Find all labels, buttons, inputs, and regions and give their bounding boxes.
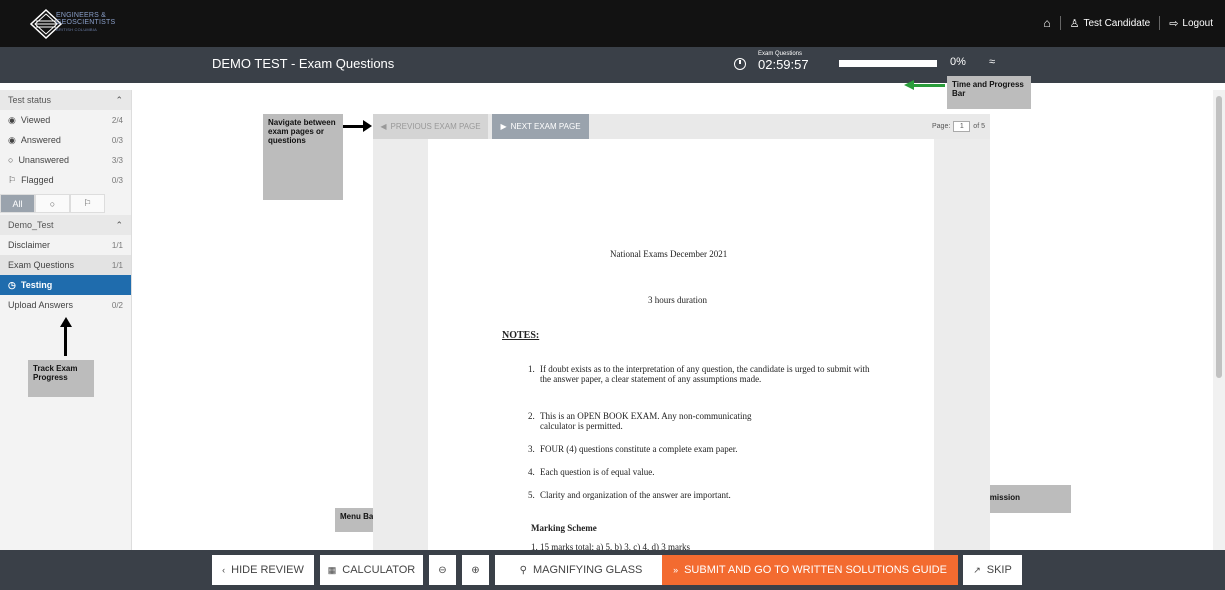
callout-time: Time and Progress Bar [947,76,1031,109]
section-disclaimer[interactable]: Disclaimer 1/1 [0,235,131,255]
status-flagged[interactable]: ⚐ Flagged 0/3 [0,170,131,190]
zoom-in-icon: ⊕ [471,564,480,576]
fast-forward-icon: » [673,565,679,575]
timer: Exam Questions 02:59:57 [758,51,809,72]
radio-filled-icon: ◉ [8,134,16,145]
page-indicator: Page: 1 of 5 [932,121,985,132]
status-answered[interactable]: ◉ Answered 0/3 [0,130,131,150]
callout-navigate: Navigate between exam pages or questions [263,114,343,200]
status-viewed[interactable]: ◉ Viewed 2/4 [0,110,131,130]
doc-note: 1. If doubt exists as to the interpretat… [528,364,870,384]
home-icon[interactable]: ⌂ [1043,16,1050,30]
section-testing[interactable]: ◷ Testing [0,275,131,295]
doc-notes-title: NOTES: [502,330,540,341]
arrow-head-icon [60,317,72,327]
wifi-icon: ≈ [989,56,996,68]
calculator-button[interactable]: ▦ CALCULATOR [320,555,423,585]
doc-marking-line: 1. 15 marks total; a) 5, b) 3, c) 4, d) … [531,542,690,550]
header-divider [1059,16,1061,30]
doc-note: 3. FOUR (4) questions constitute a compl… [528,444,738,454]
doc-heading: National Exams December 2021 [610,249,728,259]
header-divider [1159,16,1161,30]
user-icon: ♙ [1069,17,1080,30]
chevron-left-icon: ‹ [222,565,226,575]
filter-flagged[interactable]: ⚐ [70,194,105,213]
status-filter: All ○ ⚐ [0,194,131,213]
brand-name: ENGINEERS & GEOSCIENTISTS BRITISH COLUMB… [56,12,116,32]
test-status-header[interactable]: Test status ⌃ [0,90,131,110]
top-bar: ENGINEERS & GEOSCIENTISTS BRITISH COLUMB… [0,0,1225,47]
doc-note: 4. Each question is of equal value. [528,467,655,477]
logout-label: Logout [1182,17,1213,29]
section-header[interactable]: Demo_Test ⌃ [0,215,131,235]
zoom-out-button[interactable]: ⊖ [429,555,456,585]
page-number-input[interactable]: 1 [953,121,971,132]
hide-review-button[interactable]: ‹ HIDE REVIEW [212,555,314,585]
user-name: Test Candidate [1083,17,1151,29]
flag-icon: ⚐ [8,174,17,185]
progress-bar [839,60,937,67]
page-title: DEMO TEST - Exam Questions [212,56,395,71]
callout-track: Track Exam Progress [28,360,94,397]
logout-icon: ⇨ [1169,17,1179,30]
previous-exam-page-button[interactable]: ◀ PREVIOUS EXAM PAGE [373,114,488,139]
next-exam-page-button[interactable]: ▶ NEXT EXAM PAGE [492,114,589,139]
calculator-icon: ▦ [327,564,337,575]
zoom-out-icon: ⊖ [438,564,447,576]
zoom-in-button[interactable]: ⊕ [462,555,489,585]
doc-marking-title: Marking Scheme [531,523,597,533]
progress-percent: 0% [950,56,966,68]
filter-unanswered[interactable]: ○ [35,194,70,213]
chevron-up-icon: ⌃ [115,219,123,230]
user-menu[interactable]: ♙ Test Candidate [1070,17,1151,30]
bottom-toolbar: ‹ HIDE REVIEW ▦ CALCULATOR ⊖ ⊕ ⚲ MAGNIFY… [0,550,1225,590]
section-exam-questions[interactable]: Exam Questions 1/1 [0,255,131,275]
status-unanswered[interactable]: ○ Unanswered 3/3 [0,150,131,170]
filter-all[interactable]: All [0,194,35,213]
skip-forward-icon: ▶ [500,122,507,131]
scroll-thumb[interactable] [1216,96,1222,378]
chevron-up-icon: ⌃ [115,94,123,105]
clock-icon [734,58,746,70]
clock-icon: ◷ [8,279,16,290]
timer-value: 02:59:57 [758,57,809,72]
doc-note: 2. This is an OPEN BOOK EXAM. Any non-co… [528,411,752,431]
submit-button[interactable]: » SUBMIT AND GO TO WRITTEN SOLUTIONS GUI… [662,555,958,585]
document-page: National Exams December 2021 3 hours dur… [428,139,934,550]
external-link-icon: ↗ [973,564,981,575]
magnifying-glass-button[interactable]: ⚲ MAGNIFYING GLASS [495,555,667,585]
header-actions: ⌂ ♙ Test Candidate ⇨ Logout [1043,16,1213,30]
arrow-right-icon [343,125,365,128]
skip-back-icon: ◀ [380,122,387,131]
arrow-shaft [913,84,945,87]
exam-header: DEMO TEST - Exam Questions Exam Question… [0,47,1225,83]
eye-icon: ◉ [8,114,16,125]
section-upload-answers[interactable]: Upload Answers 0/2 [0,295,131,315]
doc-duration: 3 hours duration [648,295,707,305]
page-scrollbar[interactable] [1213,90,1225,550]
search-icon: ⚲ [519,564,527,576]
skip-button[interactable]: ↗ SKIP [963,555,1022,585]
logout-button[interactable]: ⇨ Logout [1169,17,1213,30]
document-toolbar: ◀ PREVIOUS EXAM PAGE ▶ NEXT EXAM PAGE Pa… [373,114,990,139]
arrow-up-icon [64,326,67,356]
arrow-head-icon [363,120,372,132]
radio-empty-icon: ○ [8,155,14,165]
doc-note: 5. Clarity and organization of the answe… [528,490,731,500]
